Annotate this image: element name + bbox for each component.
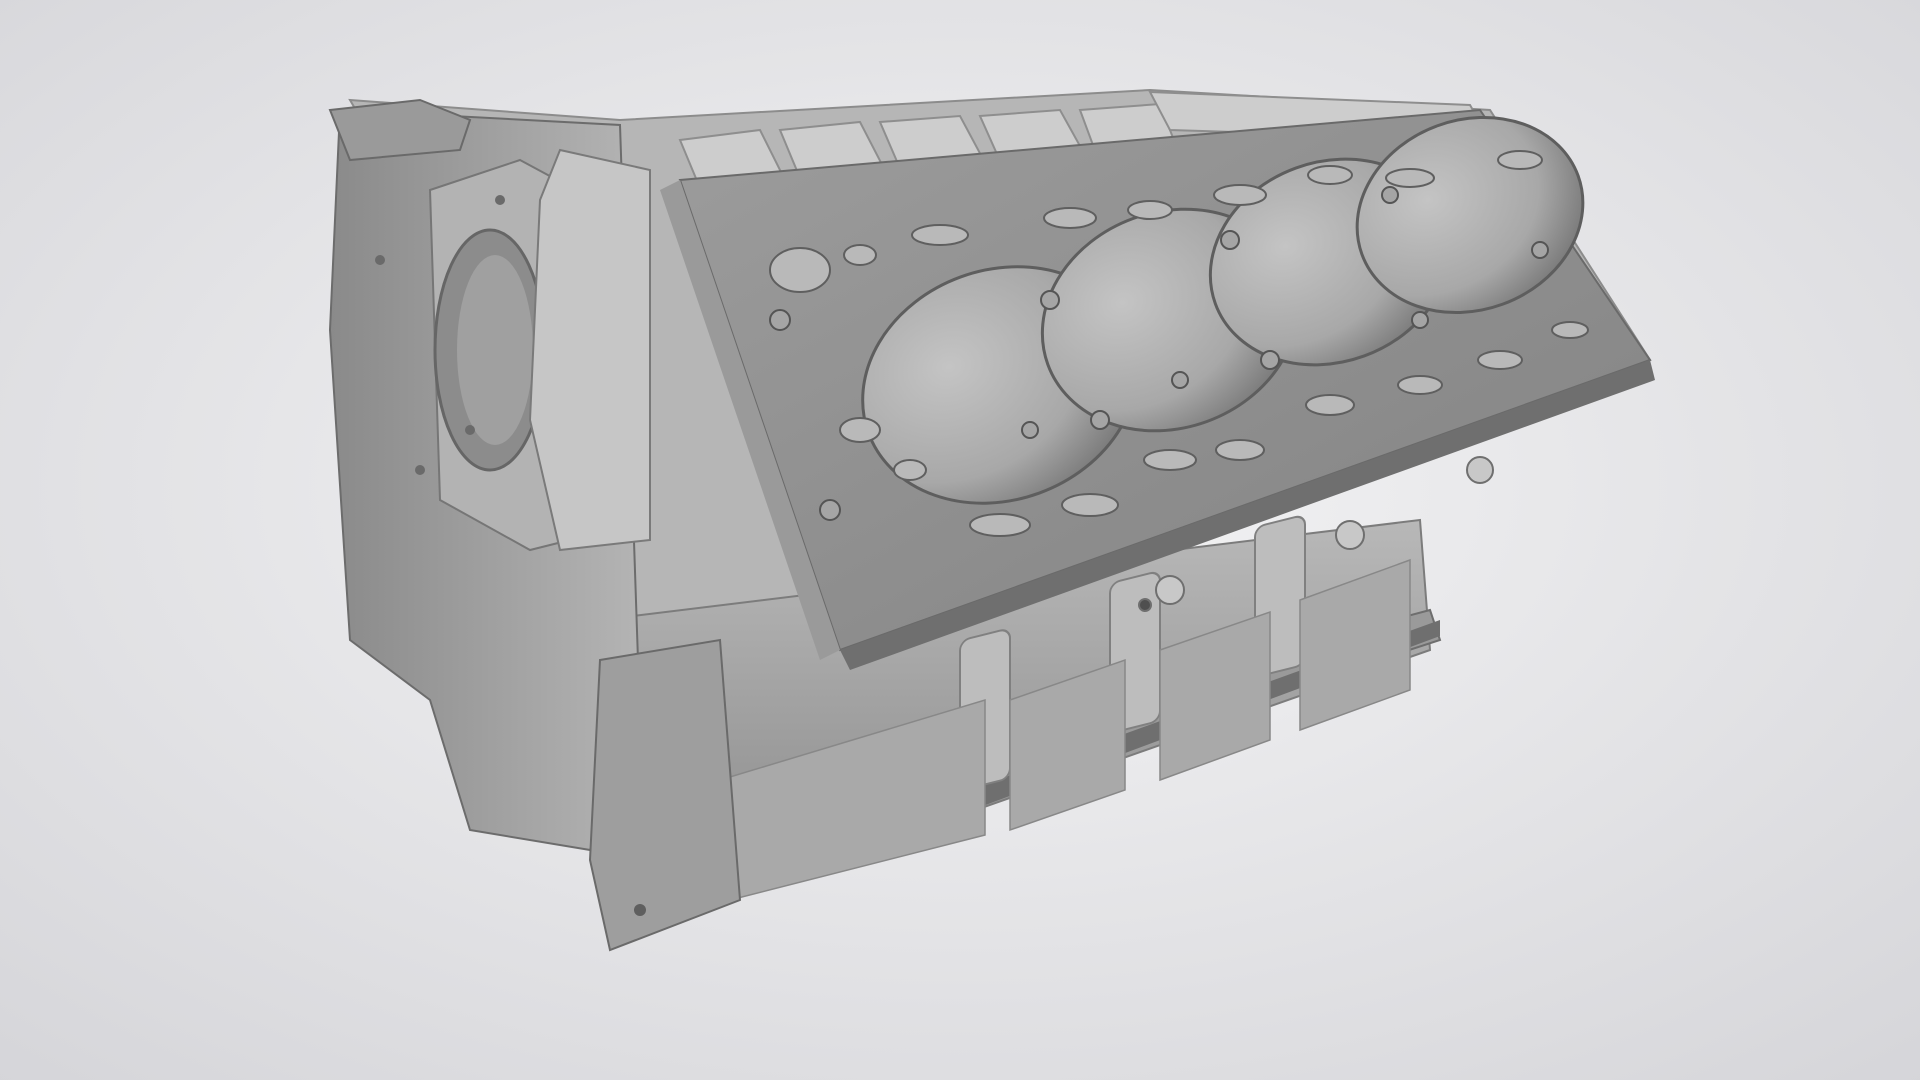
front-bolt-3 — [415, 465, 425, 475]
front-bore-inner — [457, 255, 533, 445]
front-boss — [528, 148, 651, 552]
scene-svg — [0, 0, 1920, 1080]
front-lower-bracket — [588, 638, 742, 952]
front-bolt-2 — [495, 195, 505, 205]
3d-viewport[interactable] — [0, 0, 1920, 1080]
front-bolt-1 — [465, 425, 475, 435]
front-bolt-4 — [375, 255, 385, 265]
front-lower-bolt — [634, 904, 646, 916]
